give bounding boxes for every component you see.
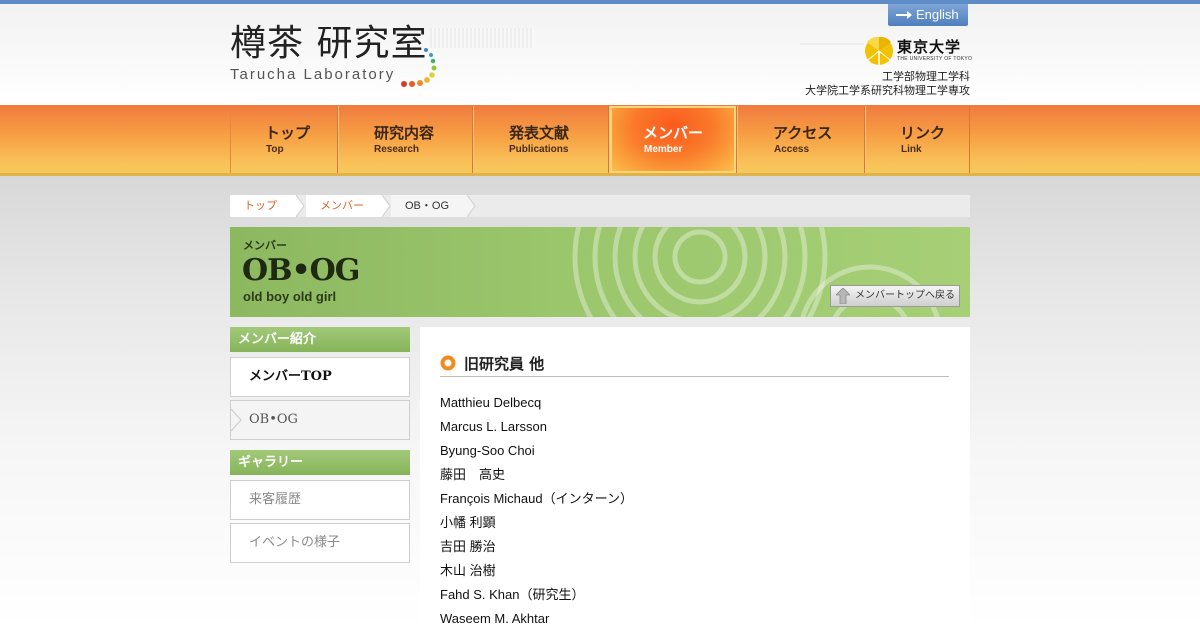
nav-label-japanese: リンク (900, 124, 946, 142)
university-logo[interactable]: 東京大学 THE UNIVERSITY OF TOKYO (864, 36, 974, 66)
back-to-member-top-button[interactable]: メンバートップへ戻る (830, 285, 960, 307)
section-divider (440, 376, 949, 377)
member-list: Matthieu Delbecq Marcus L. Larsson Byung… (440, 393, 633, 633)
university-name-japanese: 東京大学 (897, 38, 962, 56)
member-name: Waseem M. Akhtar (440, 611, 550, 626)
nav-item-member[interactable]: メンバー Member (609, 106, 737, 173)
logo-dots-icon (401, 48, 437, 87)
member-name: 吉田 勝治 (440, 539, 496, 554)
banner-english-subtitle: old boy old girl (243, 289, 337, 304)
breadcrumb-item-top[interactable]: トップ (230, 195, 296, 217)
main-navigation: トップ Top 研究内容 Research 発表文献 Publications … (230, 106, 970, 173)
nav-label-english: Publications (509, 144, 569, 155)
header (0, 4, 1200, 105)
member-name: 藤田 高史 (440, 467, 506, 482)
breadcrumb-item-current: OB・OG (391, 195, 467, 217)
site-logo[interactable]: 樽茶 研究室 Tarucha Laboratory (230, 24, 540, 88)
header-divider-line (800, 43, 864, 45)
university-name-english: THE UNIVERSITY OF TOKYO (897, 56, 973, 62)
department-line-2: 大学院工学系研究科物理工学専攻 (805, 85, 970, 97)
arrow-up-icon (836, 288, 850, 304)
main-content: 旧研究員 他 Matthieu Delbecq Marcus L. Larsso… (420, 327, 970, 630)
breadcrumb: トップ メンバー OB・OG (230, 195, 970, 217)
member-name: Matthieu Delbecq (440, 395, 542, 410)
banner-subtitle: メンバー (243, 240, 287, 252)
page-banner: メンバー OB•OG old boy old girl メンバートップへ戻る (230, 227, 970, 317)
member-name: Marcus L. Larsson (440, 419, 547, 434)
orange-ring-bullet-icon (440, 355, 456, 371)
back-button-label: メンバートップへ戻る (855, 290, 955, 301)
nav-item-access[interactable]: アクセス Access (737, 106, 865, 173)
sidebar-item-ob-og[interactable]: OB•OG (230, 400, 410, 440)
english-label: English (916, 7, 959, 22)
nav-label-english: Access (774, 144, 810, 155)
breadcrumb-separator-icon (467, 195, 476, 217)
nav-item-link[interactable]: リンク Link (865, 106, 970, 173)
nav-label-english: Link (901, 144, 922, 155)
sidebar-item-label: 来客履歴 (249, 492, 302, 507)
page-title: OB•OG (242, 253, 360, 288)
logo-english: Tarucha Laboratory (230, 66, 396, 83)
nav-label-english: Top (266, 144, 284, 155)
breadcrumb-item-member[interactable]: メンバー (306, 195, 382, 217)
sidebar-item-label: メンバーTOP (249, 369, 332, 384)
nav-item-research[interactable]: 研究内容 Research (338, 106, 473, 173)
breadcrumb-label: メンバー (320, 200, 364, 212)
member-name: François Michaud（インターン） (440, 491, 633, 506)
member-name: Byung-Soo Choi (440, 443, 535, 458)
member-name: 木山 治樹 (440, 563, 496, 578)
sidebar-heading-members: メンバー紹介 (230, 327, 410, 352)
logo-fade-decoration (430, 28, 534, 48)
ginkgo-icon (865, 36, 893, 65)
sidebar-item-member-top[interactable]: メンバーTOP (230, 357, 410, 397)
chevron-right-icon (231, 408, 242, 432)
nav-label-english: Member (644, 144, 683, 155)
breadcrumb-label: トップ (244, 200, 277, 212)
section-title: 旧研究員 他 (464, 355, 545, 373)
nav-item-publications[interactable]: 発表文献 Publications (473, 106, 609, 173)
nav-item-top[interactable]: トップ Top (230, 106, 338, 173)
english-button[interactable]: English (888, 4, 968, 26)
sidebar-item-visitor-history[interactable]: 来客履歴 (230, 480, 410, 520)
nav-label-english: Research (374, 144, 420, 155)
sidebar-item-label: イベントの様子 (249, 535, 341, 550)
breadcrumb-label: OB・OG (405, 200, 450, 212)
sidebar-heading-gallery: ギャラリー (230, 450, 410, 475)
sidebar-item-label: OB•OG (249, 412, 298, 427)
sidebar-item-events[interactable]: イベントの様子 (230, 523, 410, 563)
arrow-right-icon (896, 11, 912, 19)
member-name: 小幡 利顕 (440, 515, 496, 530)
member-name: Fahd S. Khan（研究生） (440, 587, 585, 602)
